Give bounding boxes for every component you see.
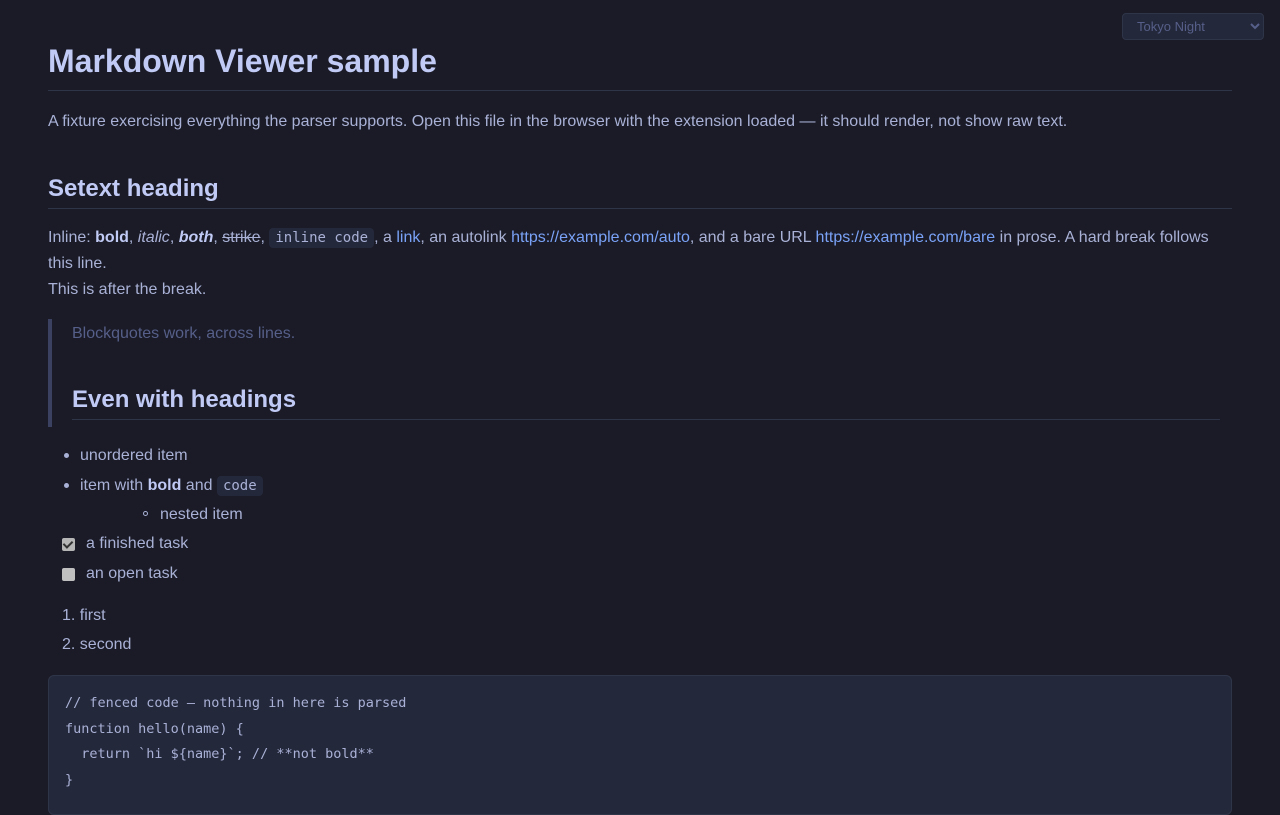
list-item-text: item with <box>80 476 148 494</box>
separator: , <box>169 229 179 246</box>
code-line: } <box>65 771 74 788</box>
italic-text: italic <box>137 229 170 246</box>
ordered-list-item: 2. second <box>62 636 132 653</box>
separator: , an autolink <box>420 229 512 246</box>
list-item-text: and <box>181 476 217 494</box>
link[interactable]: link <box>396 229 420 246</box>
inline-code: code <box>216 475 263 496</box>
blockquote: Blockquotes work, across lines. Even wit… <box>48 319 1232 427</box>
separator: , <box>128 229 138 246</box>
autolink[interactable]: https://example.com/auto <box>511 229 690 246</box>
code-line: return `hi ${name}`; // **not bold** <box>65 746 374 762</box>
page-title: Markdown Viewer sample <box>48 42 1232 91</box>
task-checkbox-checked[interactable] <box>62 538 75 551</box>
task-checkbox-unchecked[interactable] <box>62 568 75 581</box>
bold-text: bold <box>147 476 182 494</box>
inline-code: inline code <box>269 228 375 248</box>
strike-text: strike <box>222 229 261 246</box>
separator: , and a bare URL <box>689 229 816 246</box>
ordered-list-item: 1. first <box>62 607 106 624</box>
theme-select[interactable]: Tokyo Night <box>1122 13 1264 40</box>
ordered-list: 1. first 2. second <box>62 603 131 661</box>
blockquote-text: Blockquotes work, across lines. <box>72 325 296 342</box>
intro-paragraph: A fixture exercising everything the pars… <box>48 113 1068 130</box>
code-line: // fenced code — nothing in here is pars… <box>65 695 407 711</box>
task-label: an open task <box>86 565 178 582</box>
after-break-text: This is after the break. <box>48 281 207 298</box>
code-line: function hello(name) { <box>65 720 244 737</box>
list-item: item with bold and code <box>64 473 263 503</box>
nested-list-item: nested item <box>143 502 243 528</box>
bold-italic-text: both <box>178 229 214 246</box>
separator: , a <box>374 229 397 246</box>
list-item-text: unordered item <box>80 447 188 464</box>
setext-heading: Setext heading <box>48 174 1232 209</box>
list-item: unordered item <box>64 443 263 473</box>
inline-prefix: Inline: <box>48 229 96 246</box>
separator: , <box>213 229 223 246</box>
bold-text: bold <box>95 229 129 246</box>
inline-paragraph: Inline: bold, italic, both, strike, inli… <box>48 225 1232 277</box>
bare-url-link[interactable]: https://example.com/bare <box>816 229 996 246</box>
code-block: // fenced code — nothing in here is pars… <box>48 675 1232 815</box>
task-label: a finished task <box>86 535 189 552</box>
unordered-list: unordered item item with bold and code <box>64 443 263 503</box>
blockquote-heading: Even with headings <box>72 385 1220 420</box>
